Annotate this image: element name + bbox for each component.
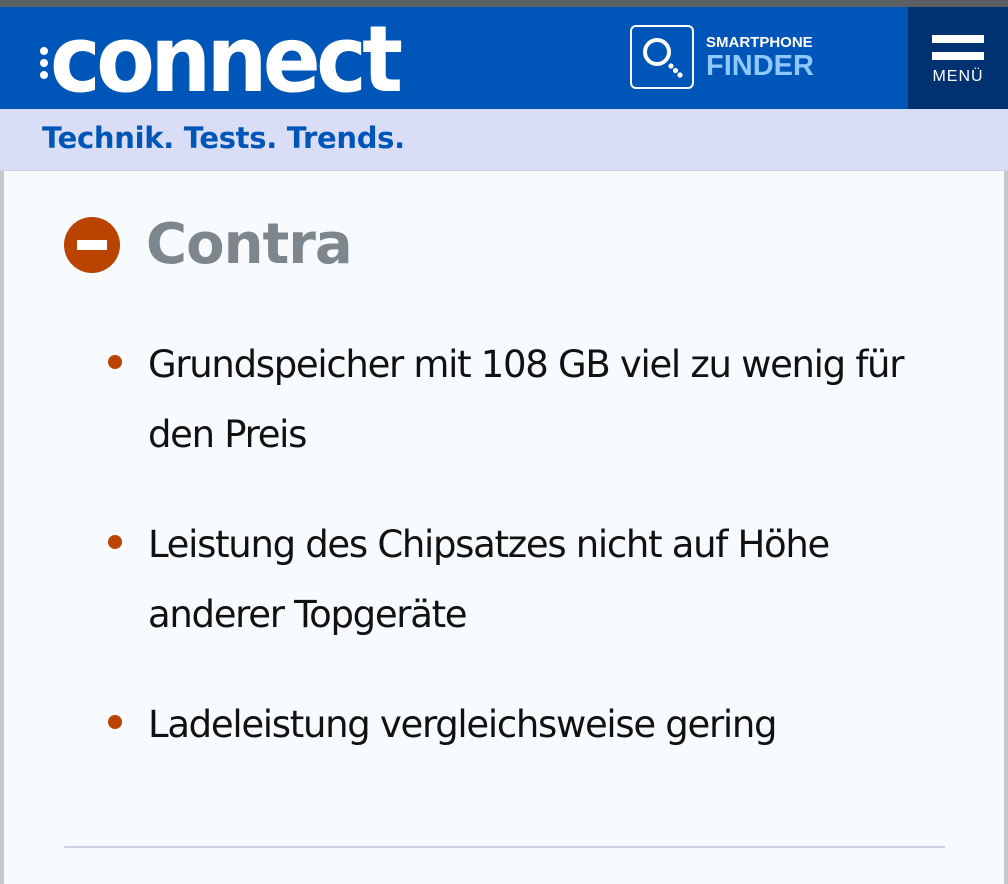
contra-heading: Contra [64,212,353,277]
finder-labels: SMARTPHONE FINDER [706,34,814,82]
logo-dots-icon [40,47,48,79]
connect-logo-link[interactable]: connect [40,6,425,113]
hamburger-menu-icon [932,34,984,60]
finder-big-label: FINDER [706,50,814,82]
bullet-dot-icon [108,355,122,369]
menu-label: MENÜ [932,67,984,85]
logo-text: connect [50,6,403,113]
site-header: connect SMARTPHONE FINDER [0,7,1008,109]
tagline-bar: Technik. Tests. Trends. [0,109,1008,171]
list-item: Leistung des Chipsatzes nicht auf Höhe a… [108,510,928,650]
content-border-left [0,171,4,884]
list-item-text: Grundspeicher mit 108 GB viel zu wenig f… [148,343,904,456]
list-item-text: Ladeleistung vergleichsweise gering [148,703,777,746]
list-item-text: Leistung des Chipsatzes nicht auf Höhe a… [148,523,830,636]
smartphone-finder-button[interactable]: SMARTPHONE FINDER [630,25,814,89]
section-divider [64,846,945,848]
content-border-right [1004,171,1008,884]
minus-circle-icon [64,216,120,273]
bullet-dot-icon [108,715,122,729]
list-item: Grundspeicher mit 108 GB viel zu wenig f… [108,330,928,470]
tagline: Technik. Tests. Trends. [42,121,405,155]
search-icon [630,25,694,89]
page: connect SMARTPHONE FINDER MENÜ Technik. [0,0,1008,884]
contra-title: Contra [146,212,353,277]
menu-button[interactable]: MENÜ [908,7,1008,109]
contra-list: Grundspeicher mit 108 GB viel zu wenig f… [108,330,928,800]
list-item: Ladeleistung vergleichsweise gering [108,690,928,760]
bullet-dot-icon [108,535,122,549]
